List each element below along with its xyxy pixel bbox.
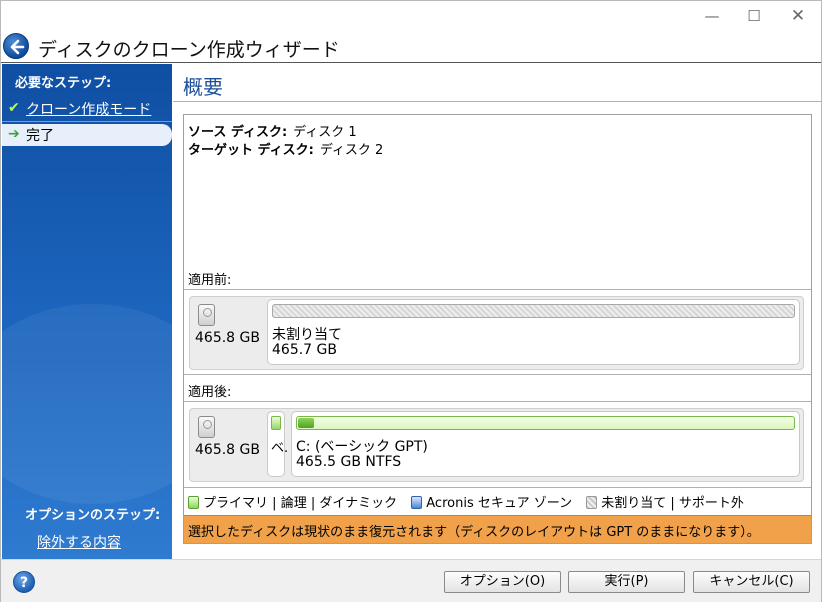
- source-disk-label: ソース ディスク:: [188, 125, 288, 140]
- layout-note: 選択したディスクは現状のまま復元されます（ディスクのレイアウトは GPT のまま…: [184, 515, 811, 543]
- disk-size: 465.8 GB: [195, 442, 260, 458]
- partition-name: ベ.: [271, 441, 289, 456]
- disk-size: 465.8 GB: [195, 330, 260, 346]
- unallocated-swatch-icon: [586, 496, 598, 509]
- title-divider: [173, 101, 822, 102]
- minimize-button[interactable]: —: [697, 5, 727, 27]
- legend-primary: プライマリ: [203, 496, 269, 511]
- before-label: 適用前:: [188, 273, 232, 288]
- partition-bar: [271, 416, 281, 430]
- title-bar: — ☐ ✕: [1, 1, 821, 31]
- partition-detail: 465.5 GB NTFS: [296, 454, 402, 470]
- after-label: 適用後:: [188, 385, 232, 400]
- partition-small[interactable]: ベ.: [267, 411, 289, 477]
- required-steps-heading: 必要なステップ:: [15, 76, 112, 91]
- legend-unallocated: 未割り当て: [601, 496, 667, 511]
- close-button[interactable]: ✕: [783, 5, 813, 27]
- sidebar-step-clone-mode[interactable]: ✔ クローン作成モード: [2, 98, 172, 120]
- disk-icon: [198, 416, 215, 438]
- partition-name: 未割り当て: [272, 327, 342, 343]
- wizard-sidebar: 必要なステップ: ✔ クローン作成モード ➔ 完了 オプションのステップ: 除外…: [2, 64, 172, 559]
- legend-unsupported: サポート外: [678, 496, 744, 511]
- optional-steps-heading: オプションのステップ:: [25, 508, 161, 523]
- arrow-right-icon: ➔: [8, 126, 20, 142]
- disk-icon: [198, 304, 215, 326]
- legend-separator: |: [670, 496, 675, 511]
- partition-c[interactable]: C: (ベーシック GPT) 465.5 GB NTFS: [291, 411, 800, 477]
- partition-used-fill: [298, 418, 314, 428]
- disk-after-row: 465.8 GB ベ. C: (ベーシック GPT) 465.5 GB NTFS: [189, 408, 804, 482]
- acronis-swatch-icon: [411, 496, 423, 509]
- arrow-left-icon: [10, 39, 25, 55]
- sidebar-decoration: [2, 304, 172, 504]
- legend-acronis: Acronis セキュア ゾーン: [426, 496, 573, 511]
- section-divider: [184, 401, 811, 402]
- page-title: 概要: [183, 75, 223, 99]
- legend-separator: |: [272, 496, 277, 511]
- wizard-footer: ? オプション(O) 実行(P) キャンセル(C): [1, 559, 821, 602]
- wizard-title: ディスクのクローン作成ウィザード: [38, 39, 340, 61]
- options-button[interactable]: オプション(O): [444, 571, 561, 593]
- sidebar-step-exclusions[interactable]: 除外する内容: [37, 532, 121, 552]
- target-disk-label: ターゲット ディスク:: [188, 143, 314, 158]
- cancel-button[interactable]: キャンセル(C): [693, 571, 810, 593]
- step-label: クローン作成モード: [26, 102, 152, 118]
- partition-bar: [272, 304, 795, 318]
- help-button[interactable]: ?: [13, 571, 35, 593]
- partition-legend: プライマリ | 論理 | ダイナミック Acronis セキュア ゾーン 未割り…: [188, 492, 744, 511]
- wizard-window: — ☐ ✕ ディスクのクローン作成ウィザード 必要なステップ: ✔ クローン作成…: [0, 0, 822, 602]
- wizard-header: ディスクのクローン作成ウィザード: [1, 31, 821, 63]
- section-divider: [184, 289, 811, 290]
- run-button[interactable]: 実行(P): [568, 571, 685, 593]
- step-label: 完了: [26, 128, 54, 144]
- partition-size: 465.7 GB: [272, 342, 337, 358]
- check-icon: ✔: [8, 100, 20, 116]
- section-divider: [184, 487, 811, 488]
- back-button[interactable]: [3, 33, 29, 59]
- target-disk-value: ディスク 2: [319, 143, 384, 158]
- disk-before-row: 465.8 GB 未割り当て 465.7 GB: [189, 296, 804, 370]
- summary-panel: ソース ディスク: ディスク 1 ターゲット ディスク: ディスク 2 適用前: 4…: [183, 114, 812, 544]
- primary-swatch-icon: [188, 496, 199, 509]
- legend-separator: |: [310, 496, 316, 511]
- source-disk-row: ソース ディスク: ディスク 1: [188, 121, 357, 140]
- sidebar-step-finish[interactable]: ➔ 完了: [2, 124, 172, 146]
- target-disk-row: ターゲット ディスク: ディスク 2: [188, 139, 383, 158]
- source-disk-value: ディスク 1: [293, 125, 357, 140]
- maximize-button[interactable]: ☐: [739, 5, 769, 27]
- partition-name: C: (ベーシック GPT): [296, 439, 428, 455]
- section-divider: [184, 374, 811, 375]
- partition-unallocated[interactable]: 未割り当て 465.7 GB: [267, 299, 800, 365]
- legend-dynamic: ダイナミック: [319, 496, 398, 511]
- legend-logical: 論理: [280, 496, 307, 511]
- partition-bar: [296, 416, 795, 430]
